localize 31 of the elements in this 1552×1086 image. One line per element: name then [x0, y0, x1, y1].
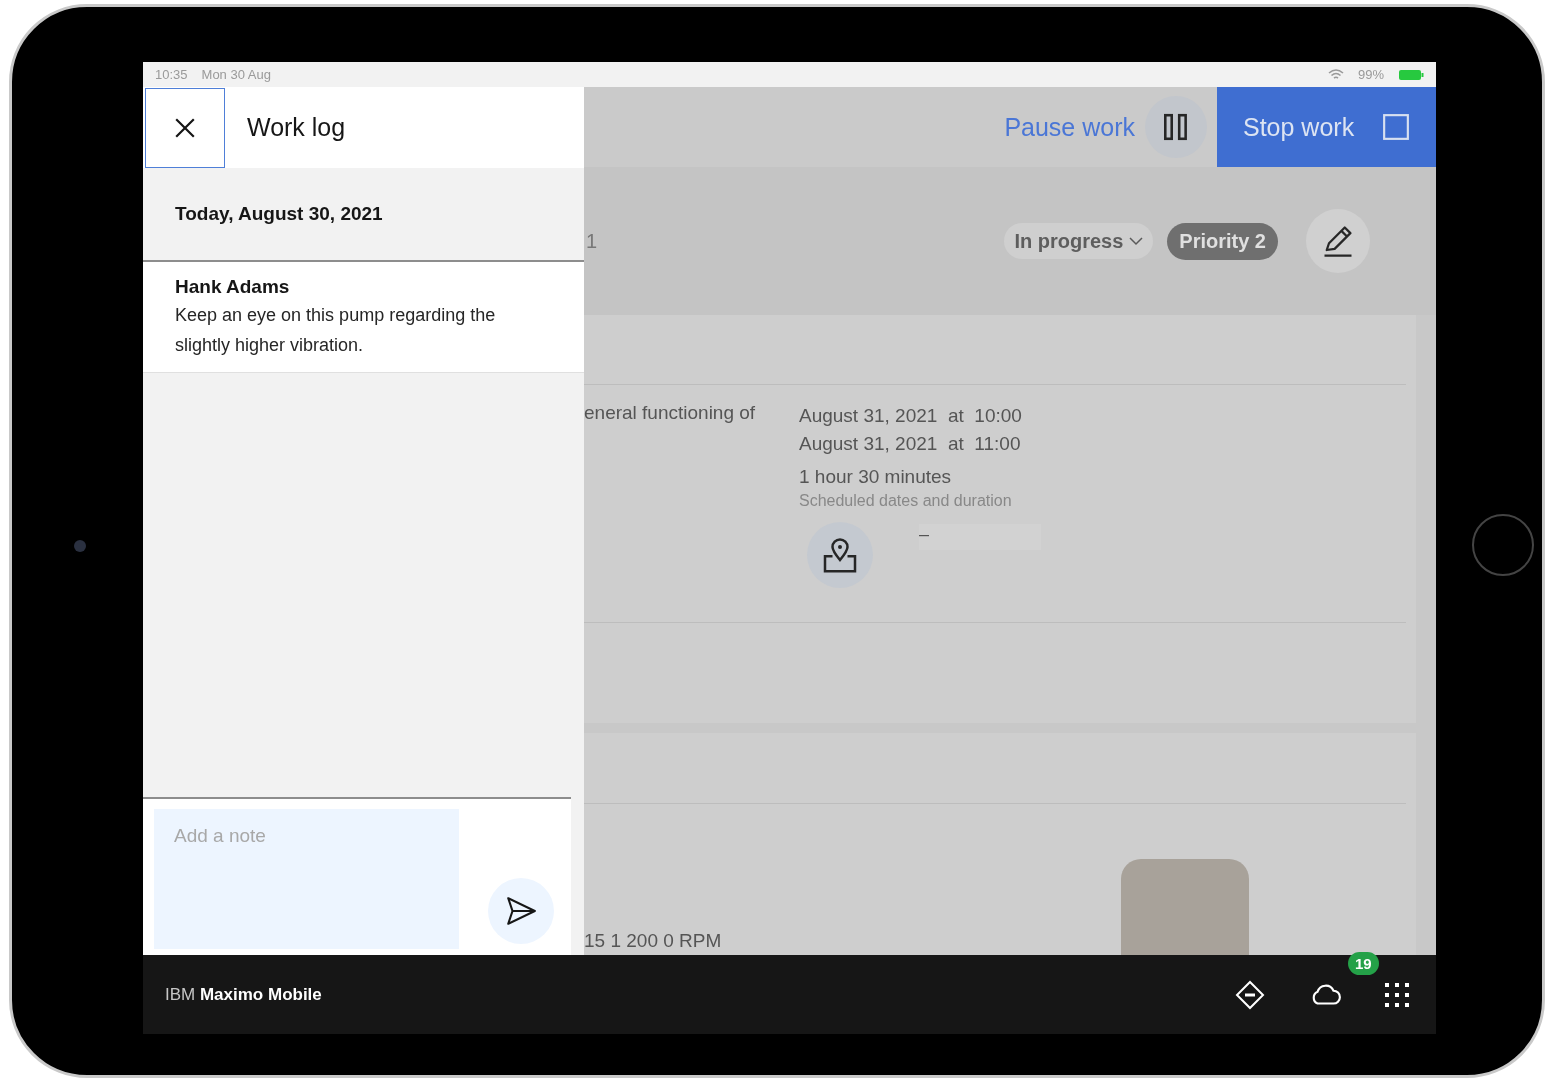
send-icon: [504, 894, 538, 928]
status-dropdown[interactable]: In progress: [1004, 223, 1154, 259]
location-field: –: [919, 524, 1041, 550]
app-grid-icon[interactable]: [1384, 981, 1410, 1008]
scheduled-finish: August 31, 2021 at 11:00: [799, 432, 1022, 456]
app-brand: IBM Maximo Mobile: [165, 984, 322, 1005]
close-icon: [174, 116, 196, 139]
pause-button[interactable]: Pause work: [1004, 112, 1145, 142]
camera-dot: [74, 540, 86, 552]
priority-tag: Priority 2: [1167, 222, 1278, 260]
entry-author: Hank Adams: [175, 276, 291, 298]
chevron-icon: [1129, 236, 1144, 246]
duration-label: Scheduled dates and duration: [799, 492, 1013, 510]
diamond-icon[interactable]: [1234, 978, 1266, 1011]
entry-text: Keep an eye on this pump regarding the slightly higher vibration.: [175, 304, 497, 357]
battery-percent: 99%: [1357, 67, 1384, 82]
close-button[interactable]: [145, 87, 225, 168]
panel-title: Work log: [247, 113, 346, 142]
battery-icon: [1398, 68, 1424, 81]
stop-button[interactable]: Stop work: [1217, 87, 1436, 167]
duration-text: 1 hour 30 minutes: [799, 466, 953, 488]
status-time: 10:35: [155, 67, 188, 82]
date-heading: Today, August 30, 2021: [175, 203, 383, 225]
status-date: Mon 30 Aug: [201, 67, 271, 82]
wifi-icon: [1327, 68, 1344, 81]
stop-icon: [1382, 113, 1410, 141]
scheduled-start: August 31, 2021 at 10:00: [799, 404, 1023, 428]
asset-specs: 15 1 200 0 RPM: [584, 930, 722, 952]
work-order-id: 1: [586, 229, 598, 253]
note-field[interactable]: Add a note: [154, 809, 459, 949]
description-text: eneral functioning of: [584, 402, 757, 425]
